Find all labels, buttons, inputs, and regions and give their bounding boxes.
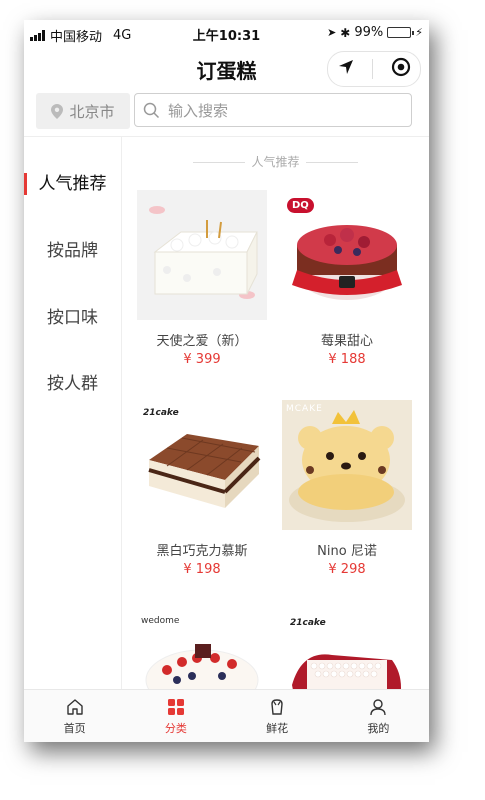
product-name: Nino 尼诺: [317, 544, 377, 559]
brand-logo: MCAKE: [286, 404, 323, 414]
battery-percent: 99%: [354, 25, 384, 40]
miniapp-capsule: [327, 51, 421, 87]
tab-flowers[interactable]: 鲜花: [227, 690, 328, 742]
brand-logo: DQ: [287, 198, 314, 213]
status-bar: 中国移动 4G 上午10:31 ➤ ✱ 99% ⚡: [24, 20, 429, 46]
home-icon: [66, 699, 83, 715]
product-card[interactable]: 天使之爱（新） ¥ 399: [137, 190, 267, 367]
close-miniapp-button[interactable]: [390, 56, 412, 82]
product-card[interactable]: DQ 莓果甜心 ¥ 188: [282, 190, 412, 367]
charging-icon: ⚡: [415, 26, 423, 39]
tab-label: 分类: [164, 722, 187, 735]
city-label: 北京市: [69, 102, 115, 121]
tab-label: 鲜花: [266, 722, 289, 735]
product-price: ¥ 399: [183, 352, 221, 367]
tab-label: 首页: [63, 722, 86, 735]
product-price: ¥ 188: [328, 352, 366, 367]
product-name: 黑白巧克力慕斯: [156, 544, 248, 559]
brand-logo: wedome: [141, 616, 180, 626]
product-image: MCAKE: [282, 400, 412, 530]
product-card[interactable]: 21cake 黑白巧克力慕斯 ¥ 198: [137, 400, 267, 577]
brand-logo: 21cake: [290, 618, 326, 628]
location-button[interactable]: [337, 58, 355, 80]
product-image: [137, 190, 267, 320]
sidebar-item-popular[interactable]: 人气推荐: [24, 164, 121, 204]
product-card[interactable]: 21cake: [282, 610, 412, 689]
sidebar-item-label: 按品牌: [47, 241, 98, 261]
title-bar: 订蛋糕: [24, 46, 429, 90]
user-icon: [370, 699, 387, 716]
product-image: 21cake: [137, 400, 267, 530]
product-image: wedome: [137, 610, 267, 689]
navigation-icon: [338, 60, 353, 74]
sidebar-item-label: 人气推荐: [38, 174, 107, 194]
product-price: ¥ 198: [183, 562, 221, 577]
search-row: 北京市 输入搜索: [24, 90, 429, 137]
search-placeholder: 输入搜索: [168, 101, 229, 120]
sidebar-item-label: 按口味: [47, 308, 98, 328]
location-pin-icon: [51, 103, 64, 119]
tab-home[interactable]: 首页: [24, 690, 125, 742]
category-sidebar: 人气推荐 按品牌 按口味 按人群: [24, 137, 122, 689]
location-arrow-icon: ➤: [327, 26, 337, 39]
city-selector[interactable]: 北京市: [36, 93, 130, 129]
product-image: DQ: [282, 190, 412, 320]
category-icon: [167, 699, 184, 715]
search-icon: [143, 102, 160, 118]
product-name: 莓果甜心: [320, 334, 373, 349]
product-area: 人气推荐 天使之爱（新） ¥ 399 DQ 莓果甜心 ¥ 188 21cake …: [122, 137, 429, 689]
brand-logo: 21cake: [143, 408, 179, 418]
tab-category[interactable]: 分类: [125, 690, 226, 742]
sidebar-item-brand[interactable]: 按品牌: [24, 231, 121, 271]
bluetooth-icon: ✱: [340, 25, 351, 40]
sidebar-item-audience[interactable]: 按人群: [24, 364, 121, 404]
bottom-tab-bar: 首页 分类 鲜花 我的: [24, 689, 429, 742]
active-indicator: [24, 173, 27, 195]
target-icon: [391, 57, 410, 77]
flower-icon: [271, 699, 283, 715]
phone-screen: 中国移动 4G 上午10:31 ➤ ✱ 99% ⚡ 订蛋糕 北京市 输入搜索 人…: [24, 20, 429, 742]
section-title: 人气推荐: [122, 153, 429, 170]
tab-label: 我的: [367, 722, 390, 735]
product-card[interactable]: MCAKE Nino 尼诺 ¥ 298: [282, 400, 412, 577]
product-card[interactable]: wedome: [137, 610, 267, 689]
tab-mine[interactable]: 我的: [328, 690, 429, 742]
sidebar-item-label: 按人群: [47, 374, 98, 394]
search-input[interactable]: 输入搜索: [134, 93, 412, 127]
product-name: 天使之爱（新）: [156, 334, 248, 349]
product-image: 21cake: [282, 610, 412, 689]
product-price: ¥ 298: [328, 562, 366, 577]
sidebar-item-flavor[interactable]: 按口味: [24, 298, 121, 338]
battery-icon: [387, 27, 415, 38]
